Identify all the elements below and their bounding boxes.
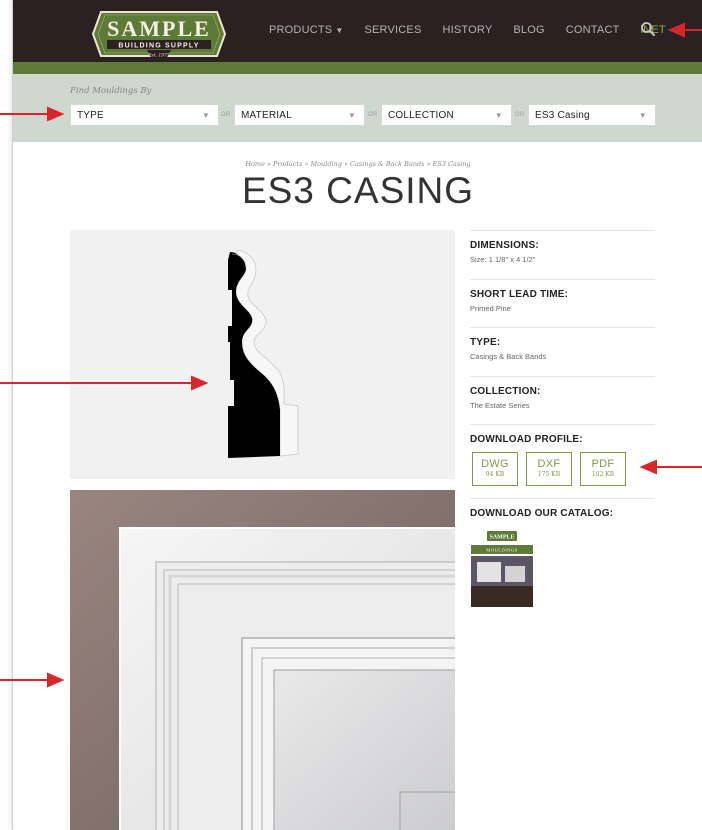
- file-size: 94 KB: [485, 471, 505, 478]
- download-profile-heading: DOWNLOAD PROFILE:: [470, 434, 583, 445]
- product-select[interactable]: ES3 Casing ▼: [528, 104, 656, 126]
- chevron-down-icon: ▼: [201, 111, 210, 120]
- spec-heading: SHORT LEAD TIME:: [470, 289, 569, 300]
- nav-item-history[interactable]: HISTORY: [442, 24, 492, 36]
- profile-image-panel: [70, 230, 455, 479]
- or-separator: OR: [221, 112, 231, 118]
- chevron-down-icon: ▼: [335, 26, 344, 35]
- spec-value: Casings & Back Bands: [470, 352, 547, 361]
- logo-est-text: Est. 1975: [147, 53, 170, 59]
- spec-type: TYPE: Casings & Back Bands: [470, 327, 655, 361]
- nav-item-products-label: PRODUCTS: [269, 24, 333, 36]
- moulding-filter-bar: Find Mouldings By TYPE ▼ OR MATERIAL ▼ O…: [13, 74, 702, 142]
- file-size: 175 KB: [537, 471, 561, 478]
- spec-value: The Estate Series: [470, 401, 530, 410]
- search-icon[interactable]: [640, 21, 656, 37]
- spec-heading: DIMENSIONS:: [470, 240, 539, 251]
- page-frame: SAMPLE BUILDING SUPPLY Est. 1975 PRODUCT…: [12, 0, 702, 830]
- or-separator: OR: [515, 112, 525, 118]
- installed-casing-photo[interactable]: [70, 490, 455, 830]
- download-buttons: DWG 94 KB DXF 175 KB PDF 102 KB: [472, 452, 626, 486]
- download-catalog-section: DOWNLOAD OUR CATALOG:: [470, 498, 655, 519]
- download-catalog-heading: DOWNLOAD OUR CATALOG:: [470, 508, 614, 519]
- nav-item-products[interactable]: PRODUCTS ▼: [269, 24, 343, 36]
- spec-lead-time: SHORT LEAD TIME: Primed Pine: [470, 279, 655, 313]
- file-format: PDF: [591, 458, 615, 470]
- spec-value: Primed Pine: [470, 304, 511, 313]
- catalog-cover-brand: SAMPLE: [489, 535, 514, 541]
- spec-collection: COLLECTION: The Estate Series: [470, 376, 655, 410]
- or-separator: OR: [368, 112, 378, 118]
- nav-item-blog[interactable]: BLOG: [513, 24, 544, 36]
- chevron-down-icon: ▼: [494, 111, 503, 120]
- filter-label: Find Mouldings By: [70, 86, 152, 96]
- collection-select[interactable]: COLLECTION ▼: [381, 104, 512, 126]
- spec-dimensions: DIMENSIONS: Size: 1 1/8" x 4 1/2": [470, 230, 655, 264]
- nav-item-contact[interactable]: CONTACT: [566, 24, 620, 36]
- logo-tagline-text: BUILDING SUPPLY: [118, 43, 199, 50]
- material-select-value: MATERIAL: [241, 110, 292, 121]
- catalog-cover-title: MOULDINGS: [486, 548, 518, 553]
- file-format: DXF: [537, 458, 561, 470]
- spec-value: Size: 1 1/8" x 4 1/2": [470, 255, 536, 264]
- product-select-value: ES3 Casing: [535, 110, 590, 121]
- file-size: 102 KB: [591, 471, 615, 478]
- site-logo[interactable]: SAMPLE BUILDING SUPPLY Est. 1975: [91, 6, 227, 68]
- file-format: DWG: [481, 458, 509, 470]
- main-nav: PRODUCTS ▼ SERVICES HISTORY BLOG CONTACT …: [269, 24, 687, 36]
- material-select[interactable]: MATERIAL ▼: [234, 104, 365, 126]
- chevron-down-icon: ▼: [638, 111, 647, 120]
- nav-item-services[interactable]: SERVICES: [364, 24, 421, 36]
- download-profile-section: DOWNLOAD PROFILE:: [470, 424, 655, 445]
- download-dwg-button[interactable]: DWG 94 KB: [472, 452, 518, 486]
- catalog-cover-link[interactable]: SAMPLE MOULDINGS: [471, 528, 533, 607]
- spec-heading: COLLECTION:: [470, 386, 541, 397]
- type-select[interactable]: TYPE ▼: [70, 104, 219, 126]
- download-dxf-button[interactable]: DXF 175 KB: [526, 452, 572, 486]
- breadcrumb[interactable]: Home » Products » Moulding » Casings & B…: [13, 160, 702, 168]
- spec-heading: TYPE:: [470, 337, 501, 348]
- moulding-profile-image[interactable]: [70, 230, 455, 479]
- type-select-value: TYPE: [77, 110, 104, 121]
- page-title: ES3 CASING: [241, 170, 475, 211]
- chevron-down-icon: ▼: [347, 111, 356, 120]
- collection-select-value: COLLECTION: [388, 110, 454, 121]
- download-pdf-button[interactable]: PDF 102 KB: [580, 452, 626, 486]
- logo-brand-text: SAMPLE: [107, 16, 211, 41]
